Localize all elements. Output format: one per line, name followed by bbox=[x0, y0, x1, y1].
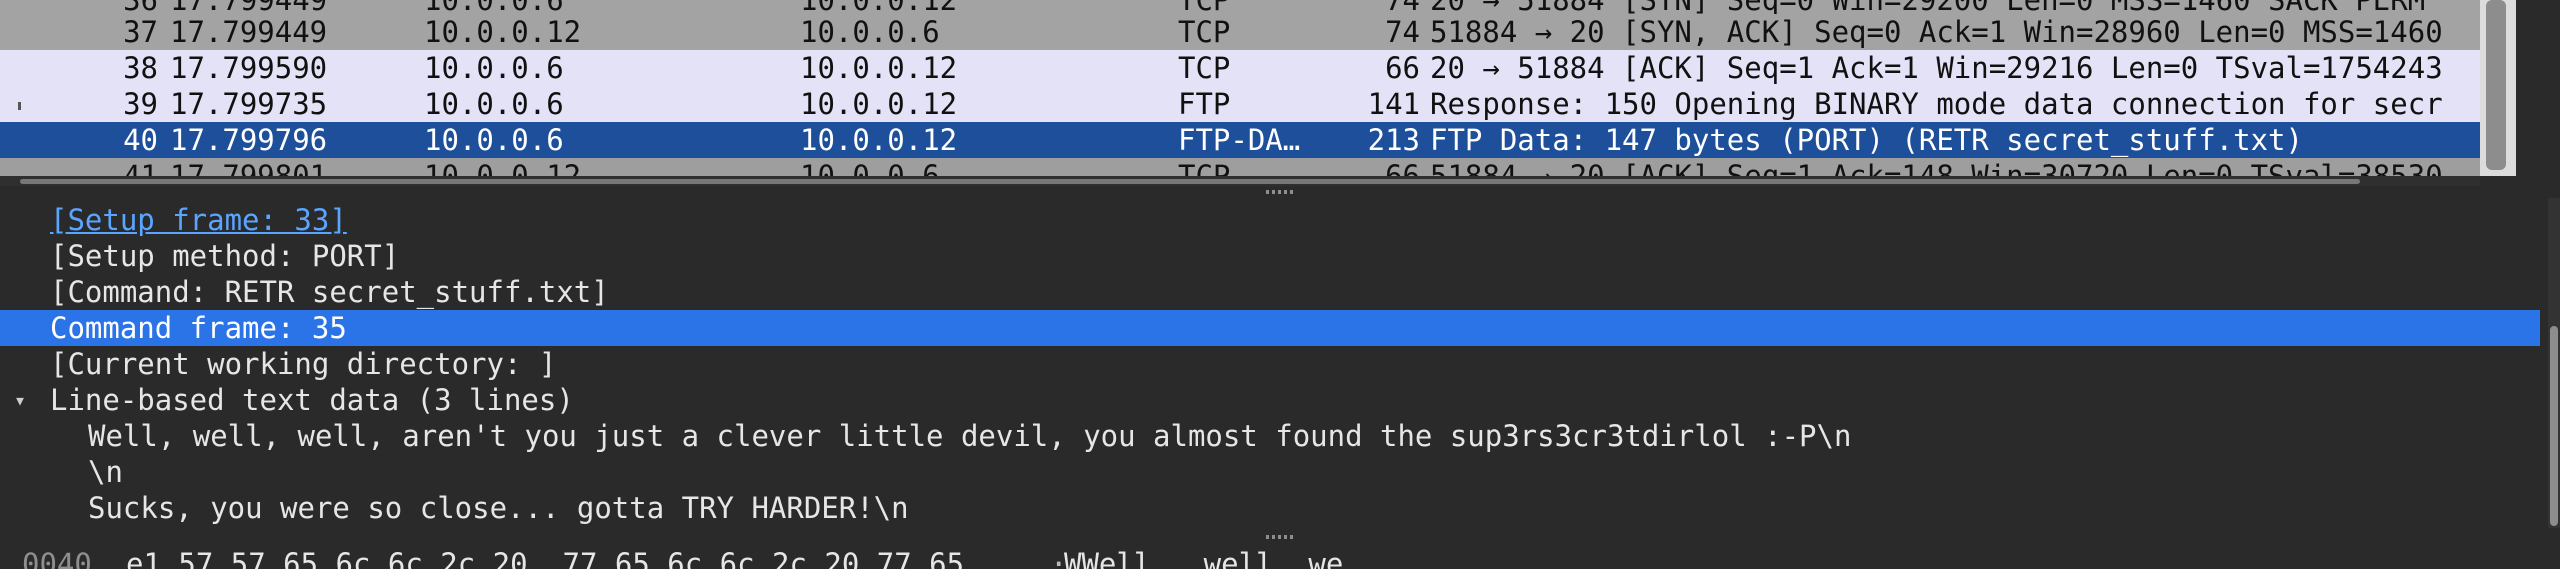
expand-toggle-icon[interactable]: ▾ bbox=[14, 382, 26, 418]
setup-frame-link[interactable]: [Setup frame: 33] bbox=[50, 202, 347, 238]
packet-protocol: TCP bbox=[1178, 159, 1231, 176]
detail-cwd[interactable]: [Current working directory: ] bbox=[0, 346, 2540, 382]
command-frame-text: Command frame: 35 bbox=[50, 311, 347, 345]
packet-destination: 10.0.0.6 bbox=[800, 15, 940, 49]
packet-time: 17.799735 bbox=[170, 87, 328, 121]
packet-row-38[interactable]: 38 17.799590 10.0.0.6 10.0.0.12 TCP 66 2… bbox=[0, 50, 2480, 86]
detail-command[interactable]: [Command: RETR secret_stuff.txt] bbox=[0, 274, 2540, 310]
packet-info: 51884 → 20 [ACK] Seq=1 Ack=148 Win=30720… bbox=[1430, 159, 2443, 176]
packet-time: 17.799590 bbox=[170, 51, 328, 85]
packet-row-41[interactable]: 41 17.799801 10.0.0.12 10.0.0.6 TCP 66 5… bbox=[0, 158, 2480, 176]
packet-bytes[interactable]: 0040 e1 57 57 65 6c 6c 2c 20 77 65 6c 6c… bbox=[0, 546, 2560, 569]
splitter-grip-icon[interactable] bbox=[1266, 535, 1296, 539]
setup-method-text: [Setup method: PORT] bbox=[50, 239, 400, 273]
packet-source: 10.0.0.12 bbox=[424, 159, 582, 176]
detail-text-line-2[interactable]: \n bbox=[0, 454, 2540, 490]
packet-no: 37 bbox=[123, 15, 158, 49]
packet-time: 17.799801 bbox=[170, 159, 328, 176]
detail-text-line-3[interactable]: Sucks, you were so close... gotta TRY HA… bbox=[0, 490, 2540, 526]
text-line: Sucks, you were so close... gotta TRY HA… bbox=[88, 491, 909, 525]
bytes-offset: 0040 bbox=[22, 547, 92, 569]
splitter-grip-icon[interactable] bbox=[1266, 190, 1296, 194]
packet-protocol: TCP bbox=[1178, 51, 1231, 85]
packet-no: 40 bbox=[123, 123, 158, 157]
bytes-hex[interactable]: e1 57 57 65 6c 6c 2c 20 77 65 6c 6c 2c 2… bbox=[126, 546, 964, 569]
detail-text-line-1[interactable]: Well, well, well, aren't you just a clev… bbox=[0, 418, 2540, 454]
packet-no: 41 bbox=[123, 159, 158, 176]
packet-no: 38 bbox=[123, 51, 158, 85]
packet-list-hscroll-thumb[interactable] bbox=[20, 179, 2360, 184]
packet-length: 74 bbox=[1385, 15, 1420, 49]
packet-destination: 10.0.0.12 bbox=[800, 51, 958, 85]
packet-row-40-selected[interactable]: 40 17.799796 10.0.0.6 10.0.0.12 FTP-DA… … bbox=[0, 122, 2480, 158]
packet-info: 20 → 51884 [ACK] Seq=1 Ack=1 Win=29216 L… bbox=[1430, 51, 2443, 85]
packet-row-39[interactable]: 39 17.799735 10.0.0.6 10.0.0.12 FTP 141 … bbox=[0, 86, 2480, 122]
packet-row-37[interactable]: 37 17.799449 10.0.0.12 10.0.0.6 TCP 74 5… bbox=[0, 14, 2480, 50]
pane-splitter-bottom[interactable] bbox=[0, 528, 2560, 546]
packet-length: 141 bbox=[1367, 87, 1420, 121]
packet-protocol: TCP bbox=[1178, 15, 1231, 49]
packet-source: 10.0.0.6 bbox=[424, 51, 564, 85]
detail-setup-method[interactable]: [Setup method: PORT] bbox=[0, 238, 2540, 274]
packet-details[interactable]: [Setup frame: 33] [Setup method: PORT] [… bbox=[0, 198, 2548, 528]
related-packet-marker bbox=[18, 102, 21, 110]
packet-destination: 10.0.0.6 bbox=[800, 159, 940, 176]
packet-destination: 10.0.0.12 bbox=[800, 87, 958, 121]
packet-protocol: FTP bbox=[1178, 87, 1231, 121]
packet-length: 66 bbox=[1385, 51, 1420, 85]
packet-protocol: FTP-DA… bbox=[1178, 123, 1301, 157]
packet-list[interactable]: 36 17.799449 10.0.0.6 10.0.0.12 TCP 74 2… bbox=[0, 0, 2480, 176]
detail-command-frame-selected[interactable]: Command frame: 35 bbox=[0, 310, 2540, 346]
packet-list-edge bbox=[2516, 0, 2560, 176]
text-line: \n bbox=[88, 455, 123, 489]
packet-length: 213 bbox=[1367, 123, 1420, 157]
bytes-ascii[interactable]: WWell, well, we bbox=[1064, 546, 1343, 569]
packet-list-scroll-thumb[interactable] bbox=[2486, 0, 2506, 170]
packet-info: FTP Data: 147 bytes (PORT) (RETR secret_… bbox=[1430, 123, 2303, 157]
line-based-text-label: Line-based text data (3 lines) bbox=[50, 383, 574, 417]
packet-source: 10.0.0.12 bbox=[424, 15, 582, 49]
text-line: Well, well, well, aren't you just a clev… bbox=[88, 419, 1852, 453]
detail-setup-frame[interactable]: [Setup frame: 33] bbox=[0, 202, 2540, 238]
packet-source: 10.0.0.6 bbox=[424, 87, 564, 121]
packet-time: 17.799449 bbox=[170, 15, 328, 49]
pane-splitter-top[interactable] bbox=[0, 186, 2560, 198]
packet-source: 10.0.0.6 bbox=[424, 123, 564, 157]
detail-line-based-text[interactable]: ▾ Line-based text data (3 lines) bbox=[0, 382, 2540, 418]
cwd-text: [Current working directory: ] bbox=[50, 347, 557, 381]
packet-info: Response: 150 Opening BINARY mode data c… bbox=[1430, 87, 2443, 121]
packet-length: 66 bbox=[1385, 159, 1420, 176]
packet-info: 51884 → 20 [SYN, ACK] Seq=0 Ack=1 Win=28… bbox=[1430, 15, 2443, 49]
packet-no: 39 bbox=[123, 87, 158, 121]
command-text: [Command: RETR secret_stuff.txt] bbox=[50, 275, 609, 309]
packet-time: 17.799796 bbox=[170, 123, 328, 157]
details-scroll-thumb[interactable] bbox=[2550, 326, 2558, 526]
packet-destination: 10.0.0.12 bbox=[800, 123, 958, 157]
